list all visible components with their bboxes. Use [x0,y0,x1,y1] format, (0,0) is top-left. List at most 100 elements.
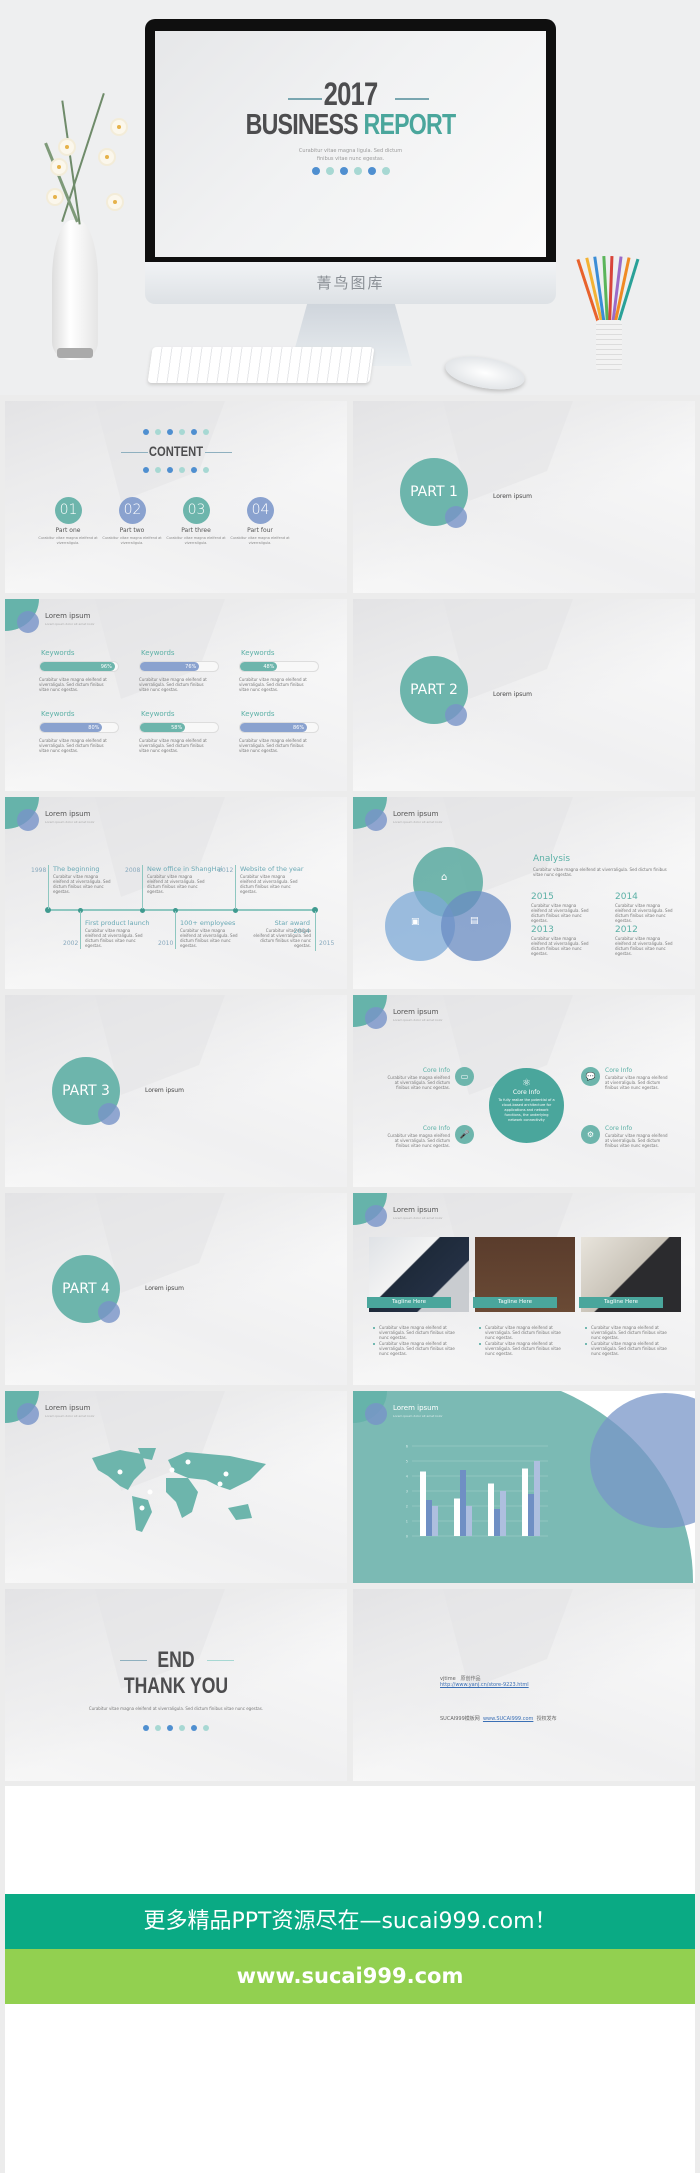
flower [48,190,62,204]
analysis-year-desc: Curabitur vitae magna eleifend at viverr… [531,903,589,923]
card-tagline: Tagline Here [473,1297,557,1308]
slide-chart[interactable]: Lorem ipsum Lorem ipsum dolor sit amet k… [353,1391,695,1583]
analysis-desc: Curabitur vitae magna eleifend at viverr… [533,867,667,877]
slide-analysis[interactable]: Lorem ipsum Lorem ipsum dolor sit amet k… [353,797,695,989]
keyword-label: Keywords [41,649,75,657]
slide-timeline[interactable]: Lorem ipsum Lorem ipsum dolor sit amet k… [5,797,347,989]
progress-bar: 86% [239,722,319,733]
timeline-year: 2012 [218,867,234,874]
title-part1: BUSINESS [245,109,359,141]
timeline-axis [48,909,316,911]
core-item-desc: Curabitur vitae magna eleifend at viverr… [387,1075,450,1090]
timeline-year: 2010 [158,940,174,947]
part-desc: Curabitur vitae magna eleifend at viverr… [166,536,226,545]
timeline-year: 1998 [31,867,47,874]
keyword-label: Keywords [141,710,175,718]
keyword-label: Keywords [241,710,275,718]
site-link[interactable]: www.SUCAI999.com [483,1716,533,1722]
bar-chart: 0 1 2 3 4 5 6 [406,1445,548,1539]
vase-base [57,348,93,358]
keyword-desc: Curabitur vitae magna eleifend at viverr… [139,738,207,753]
bullet-dot [479,1327,481,1329]
slide-part-2[interactable]: PART 2 Lorem ipsum [353,599,695,791]
credit-author: vjtime 原创作品 [440,1675,480,1682]
progress-bar: 76% [139,661,219,672]
part-desc: Curabitur vitae magna eleifend at viverr… [38,536,98,545]
card-bullet: Curabitur vitae magna eleifend at viverr… [379,1341,455,1356]
promo-banner[interactable]: 更多精品PPT资源尽在—sucai999.com！ [5,1894,695,1949]
slide-header: Lorem ipsum [393,1206,439,1214]
core-item-desc: Curabitur vitae magna eleifend at viverr… [605,1133,668,1148]
bullet-dot [373,1343,375,1345]
analysis-year: 2014 [615,892,638,902]
keyword-desc: Curabitur vitae magna eleifend at viverr… [139,677,207,692]
analysis-year: 2015 [531,892,554,902]
slide-header: Lorem ipsum [393,810,439,818]
slide-end[interactable]: END THANK YOU Curabitur vitae magna elei… [5,1589,347,1781]
keyword-label: Keywords [141,649,175,657]
map-pin [117,1469,123,1475]
header-accent [365,1007,387,1029]
core-center-desc: To fully realize the potential of a clou… [498,1098,555,1122]
flower [60,140,74,154]
timeline-tick [175,911,176,949]
core-item-title: Core Info [605,1067,633,1074]
y-tick-label: 1 [406,1520,408,1524]
progress-bar: 48% [239,661,319,672]
australia [228,1504,252,1520]
slide-content[interactable]: CONTENT 01 Part one Curabitur vitae magna … [5,401,347,593]
content-title: CONTENT [148,443,204,459]
gear-icon: ⚙ [581,1125,600,1144]
monitor-bezel: 2017 BUSINESS REPORT Curabitur vitae mag… [145,19,556,262]
timeline-title: 100+ employees [180,919,236,927]
slide-header: Lorem ipsum [393,1008,439,1016]
subtitle-line: Curabitur vitae magna ligula. Sed dictum [298,148,403,154]
site-note: 授权发布 [536,1716,557,1722]
timeline-tick [142,865,143,909]
cover-subtitle: Curabitur vitae magna ligula. Sed dictum… [155,147,546,163]
flower [52,160,66,174]
promo-url-banner[interactable]: www.sucai999.com [5,1949,695,2004]
part-desc: Curabitur vitae magna eleifend at viverr… [102,536,162,545]
thank-you-title: THANK YOU [123,1673,229,1698]
header-accent [17,809,39,831]
slide-credits[interactable]: vjtime 原创作品 http://www.yanj.cn/store-922… [353,1589,695,1781]
map-pin [185,1459,191,1465]
cover-title: BUSINESS REPORT [194,109,507,142]
bar-series-2 [528,1494,534,1536]
slide-core-info[interactable]: Lorem ipsum Lorem ipsum dolor sit amet k… [353,995,695,1187]
progress-fill: 86% [240,723,308,732]
bar-series-2 [494,1509,500,1536]
bar-series-3 [466,1506,472,1536]
accent-circle [98,1301,120,1323]
monitor-brand: 菁鸟图库 [145,262,556,304]
card-bullet: Curabitur vitae magna eleifend at viverr… [591,1341,667,1356]
slide-part-4[interactable]: PART 4 Lorem ipsum [5,1193,347,1385]
card-tagline: Tagline Here [367,1297,451,1308]
slide-progress[interactable]: Lorem ipsum Lorem ipsum dolor sit amet k… [5,599,347,791]
subtitle-line: finibus vitae nunc egestas. [316,156,385,162]
progress-fill: 48% [240,662,278,671]
part-number-circle: 01 [55,497,82,524]
timeline-desc: Curabitur vitae magna eleifend at viverr… [240,874,298,894]
analysis-year: 2013 [531,925,554,935]
part-label: Part two [119,527,145,534]
africa [166,1478,198,1518]
keyword-desc: Curabitur vitae magna eleifend at viverr… [239,677,307,692]
timeline-year: 2002 [63,940,79,947]
author-link[interactable]: http://www.yanj.cn/store-9223.html [440,1682,529,1688]
slide-part-1[interactable]: PART 1 Lorem ipsum [353,401,695,593]
slide-part-3[interactable]: PART 3 Lorem ipsum [5,995,347,1187]
accent-circle [445,506,467,528]
slide-world-map[interactable]: Lorem ipsum Lorem ipsum dolor sit amet k… [5,1391,347,1583]
part-text: Lorem ipsum [145,1285,184,1292]
timeline-title: Website of the year [240,865,304,873]
flower [112,120,126,134]
cover-slide: 2017 BUSINESS REPORT Curabitur vitae mag… [155,31,546,257]
card-tagline: Tagline Here [579,1297,663,1308]
dot-row [5,467,347,473]
slide-gallery[interactable]: Lorem ipsum Lorem ipsum dolor sit amet k… [353,1193,695,1385]
timeline-desc: Curabitur vitae magna eleifend at viverr… [253,928,311,948]
bullet-dot [585,1327,587,1329]
venn-circle-right [441,891,511,961]
